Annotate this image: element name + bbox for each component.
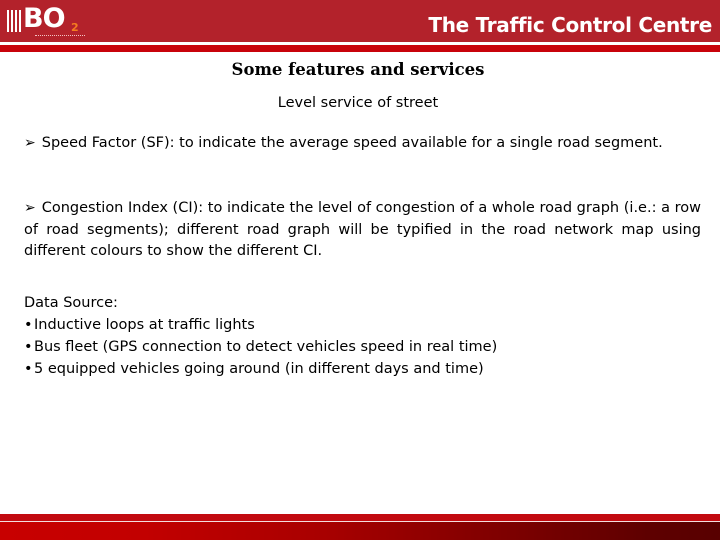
list-item: • Inductive loops at traffic lights: [24, 314, 497, 336]
header-divider: [0, 42, 720, 44]
paragraph-text: Speed Factor (SF): to indicate the avera…: [41, 135, 663, 151]
logo-tagline: [35, 35, 85, 37]
dot-bullet-icon: •: [24, 339, 33, 355]
dot-bullet-icon: •: [24, 361, 33, 377]
logo-subscript: 2: [71, 21, 79, 34]
bo2-logo: BO 2: [7, 4, 87, 38]
speed-factor-paragraph: ➢ Speed Factor (SF): to indicate the aver…: [24, 133, 701, 155]
arrow-bullet-icon: ➢: [24, 135, 36, 151]
list-item: • 5 equipped vehicles going around (in d…: [24, 358, 497, 380]
barcode-icon: [7, 10, 21, 32]
footer-gradient-bar: [0, 522, 720, 540]
data-source-list: Data Source: • Inductive loops at traffi…: [24, 292, 497, 380]
section-heading: Some features and services: [231, 60, 485, 79]
list-item-text: 5 equipped vehicles going around (in dif…: [34, 361, 484, 377]
list-item-text: Inductive loops at traffic lights: [34, 317, 255, 333]
section-subheading: Level service of street: [277, 95, 439, 111]
paragraph-text: Congestion Index (CI): to indicate the l…: [24, 200, 701, 259]
congestion-index-paragraph: ➢ Congestion Index (CI): to indicate the …: [24, 198, 701, 263]
footer-band: [0, 514, 720, 521]
data-source-label: Data Source:: [24, 295, 118, 311]
arrow-bullet-icon: ➢: [24, 200, 36, 216]
slide-title: The Traffic Control Centre: [428, 13, 712, 37]
header-accent-bar: [0, 45, 720, 52]
logo-text: BO: [23, 3, 66, 34]
dot-bullet-icon: •: [24, 317, 33, 333]
list-item-text: Bus fleet (GPS connection to detect vehi…: [34, 339, 498, 355]
header-banner: BO 2 The Traffic Control Centre: [0, 0, 720, 42]
list-item: • Bus fleet (GPS connection to detect ve…: [24, 336, 497, 358]
